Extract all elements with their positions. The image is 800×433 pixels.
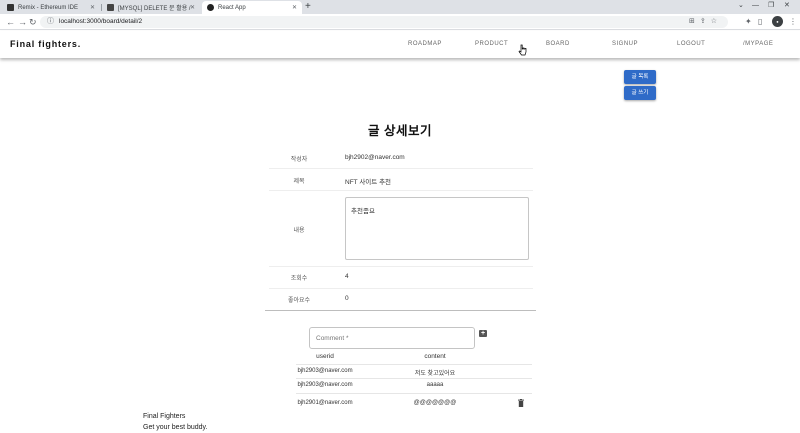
comment-header-userid: userid bbox=[316, 353, 334, 360]
comment-input[interactable]: Comment * bbox=[309, 327, 475, 349]
comment-userid: bjh2903@naver.com bbox=[297, 382, 353, 388]
content-value: 추천좀요 bbox=[351, 208, 375, 215]
close-icon[interactable]: ✕ bbox=[190, 4, 195, 11]
close-icon[interactable]: ✕ bbox=[90, 4, 95, 11]
translate-icon[interactable]: ⊞ bbox=[689, 18, 700, 25]
content-textarea[interactable]: 추천좀요 bbox=[345, 197, 529, 260]
bookmark-star-icon[interactable]: ☆ bbox=[711, 18, 722, 25]
author-value: bjh2902@naver.com bbox=[345, 154, 405, 161]
page-title: 글 상세보기 bbox=[368, 124, 432, 138]
nav-logout[interactable]: LOGOUT bbox=[677, 41, 705, 47]
detail-bottom-divider bbox=[265, 310, 536, 311]
comment-userid: bjh2903@naver.com bbox=[297, 368, 353, 374]
row-divider bbox=[269, 168, 533, 169]
nav-product[interactable]: PRODUCT bbox=[475, 41, 508, 47]
browser-tab-remix[interactable]: Remix - Ethereum IDE ✕ bbox=[2, 1, 100, 14]
row-divider bbox=[296, 364, 532, 365]
likes-value: 0 bbox=[345, 295, 349, 302]
hand-cursor-icon bbox=[518, 44, 527, 56]
brand-logo[interactable]: Final fighters. bbox=[10, 39, 81, 49]
nav-roadmap[interactable]: ROADMAP bbox=[408, 41, 442, 47]
content-label: 내용 bbox=[293, 228, 305, 234]
close-icon[interactable]: ✕ bbox=[292, 4, 297, 11]
likes-label: 좋아요수 bbox=[287, 298, 311, 304]
restore-icon[interactable]: ❐ bbox=[768, 1, 774, 11]
post-list-button[interactable]: 글 목록 bbox=[624, 70, 656, 84]
browser-tab-strip: Remix - Ethereum IDE ✕ [MYSQL] DELETE 문 … bbox=[0, 0, 800, 14]
forward-icon[interactable]: → bbox=[18, 15, 27, 29]
browser-toolbar: ← → ↻ ⓘ localhost:3000/board/detail/2 ⊞⇪… bbox=[0, 14, 800, 30]
react-favicon-icon bbox=[207, 4, 214, 11]
tab-search-icon[interactable]: ⌄ bbox=[738, 1, 744, 11]
side-panel-icon[interactable]: ▯ bbox=[758, 15, 762, 29]
post-title-label: 제목 bbox=[293, 179, 305, 185]
window-close-icon[interactable]: ✕ bbox=[784, 1, 790, 11]
delete-comment-icon[interactable] bbox=[518, 399, 524, 407]
browser-tab-title: Remix - Ethereum IDE bbox=[18, 4, 79, 11]
browser-tab-react-app[interactable]: React App ✕ bbox=[202, 1, 302, 14]
minimize-icon[interactable]: — bbox=[752, 1, 759, 11]
footer-tagline: Get your best buddy. bbox=[143, 424, 208, 431]
address-bar[interactable]: ⓘ localhost:3000/board/detail/2 ⊞⇪☆ bbox=[40, 16, 728, 28]
footer-name: Final Fighters bbox=[143, 413, 186, 420]
new-tab-icon[interactable]: + bbox=[305, 1, 311, 13]
comment-header-content: content bbox=[424, 353, 446, 360]
post-title-value: NFT 사이트 추천 bbox=[345, 179, 392, 186]
reload-icon[interactable]: ↻ bbox=[29, 15, 37, 29]
back-icon[interactable]: ← bbox=[6, 15, 15, 29]
views-value: 4 bbox=[345, 273, 349, 280]
share-icon[interactable]: ⇪ bbox=[700, 18, 711, 25]
row-divider bbox=[269, 288, 533, 289]
browser-tab-title: [MYSQL] DELETE 문 활용 / bbox=[118, 6, 191, 12]
remix-favicon-icon bbox=[7, 4, 14, 11]
browser-tab-title: React App bbox=[218, 4, 246, 11]
extensions-icon[interactable]: ✦ bbox=[745, 15, 752, 29]
nav-board[interactable]: BOARD bbox=[546, 41, 570, 47]
views-label: 조회수 bbox=[290, 276, 308, 282]
velog-favicon-icon bbox=[107, 4, 114, 11]
comment-content: aaaaa bbox=[426, 382, 444, 388]
profile-avatar[interactable]: ● bbox=[772, 16, 783, 27]
row-divider bbox=[269, 190, 533, 191]
site-info-icon[interactable]: ⓘ bbox=[47, 17, 54, 27]
write-post-button[interactable]: 글 쓰기 bbox=[624, 86, 656, 100]
comment-userid: bjh2901@naver.com bbox=[297, 400, 353, 406]
url-text[interactable]: localhost:3000/board/detail/2 bbox=[59, 16, 142, 28]
row-divider bbox=[296, 393, 532, 394]
author-label: 작성자 bbox=[290, 157, 308, 163]
browser-tab-mysql[interactable]: [MYSQL] DELETE 문 활용 / ✕ bbox=[101, 1, 200, 14]
row-divider bbox=[269, 266, 533, 267]
nav-mypage[interactable]: /MYPAGE bbox=[743, 41, 773, 47]
chrome-menu-icon[interactable]: ⋮ bbox=[789, 15, 797, 29]
nav-signup[interactable]: SIGNUP bbox=[612, 41, 638, 47]
comment-content: @@@@@@@ bbox=[413, 400, 457, 406]
omnibox-actions: ⊞⇪☆ bbox=[689, 17, 722, 27]
row-divider bbox=[296, 378, 532, 379]
add-comment-icon[interactable]: + bbox=[479, 330, 487, 337]
comment-content: 저도 찾고있어요 bbox=[414, 371, 456, 377]
app-header: Final fighters. ROADMAP PRODUCT BOARD SI… bbox=[0, 31, 800, 58]
